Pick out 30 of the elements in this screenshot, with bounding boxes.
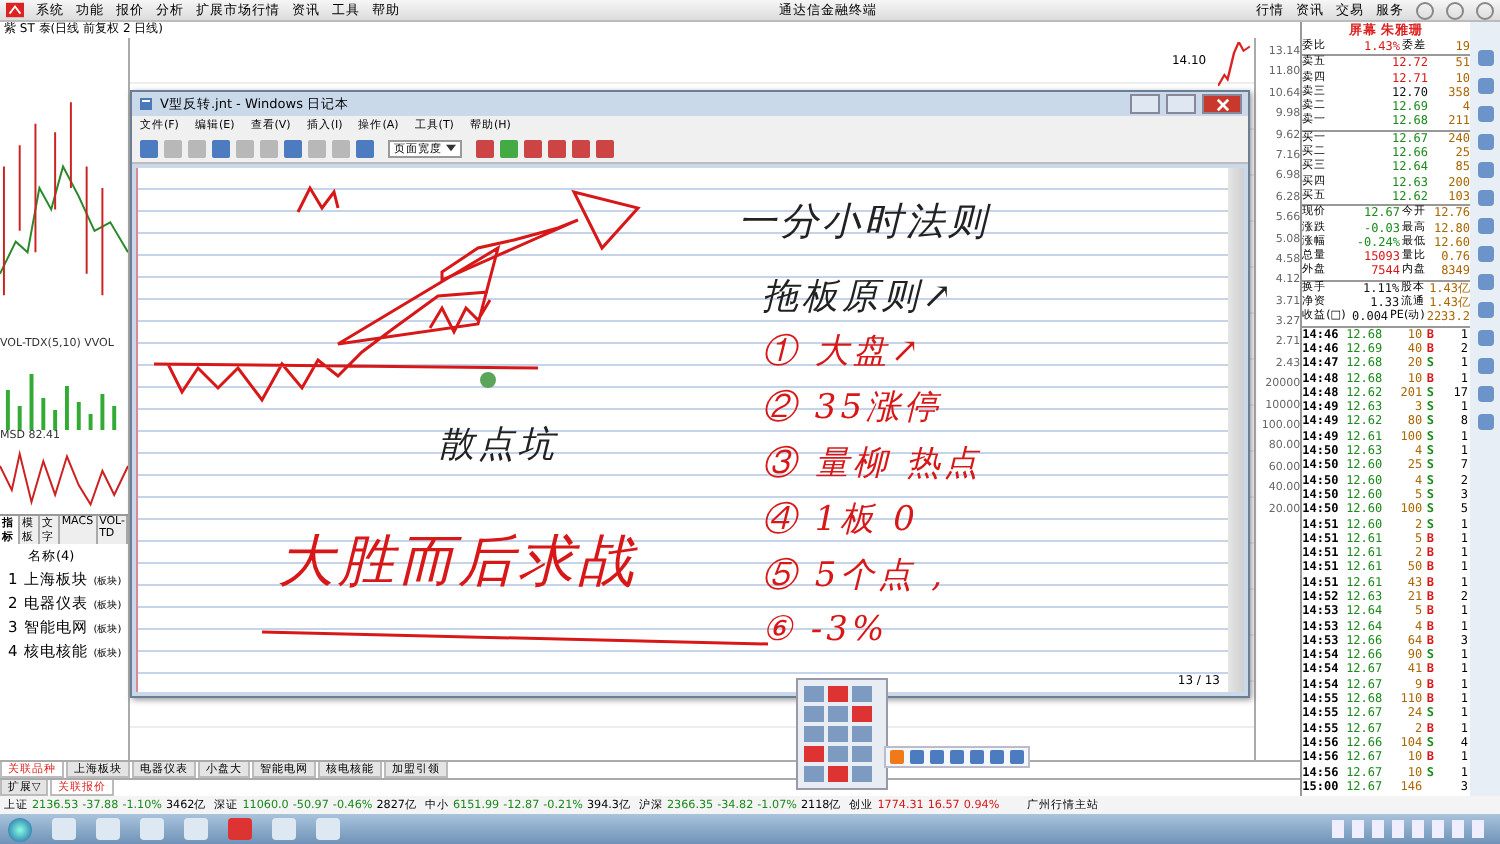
taskbar-app-icon[interactable] (140, 818, 164, 840)
handwritten-note: ① 大盘↗ (762, 330, 924, 374)
close-button[interactable] (1202, 94, 1242, 114)
taskbar-app-icon[interactable] (228, 818, 252, 840)
caret-icon (446, 144, 456, 152)
wedge-sketch (440, 218, 580, 283)
app-logo-icon (6, 2, 24, 18)
m-shape-sketch (296, 184, 340, 213)
handwritten-note: ⑤ 5个点 , (762, 554, 947, 598)
handwritten-note: ③ 量柳 热点 (762, 442, 982, 486)
taskbar-app-icon[interactable] (52, 818, 76, 840)
notebook-icon (138, 96, 154, 112)
handwritten-note: 拖板原则↗ (762, 274, 957, 320)
taskbar-app-icon[interactable] (316, 818, 340, 840)
handwritten-note: ④ 1板 0 (762, 498, 919, 542)
vertical-scrollbar[interactable] (1228, 168, 1244, 692)
price-line-drawing (1218, 42, 1251, 86)
triangle-sketch (571, 189, 641, 251)
dot-marker (480, 372, 496, 388)
handwritten-note: 一分小时法则 (738, 198, 990, 248)
handwritten-note: 大胜而后求战 (278, 526, 638, 598)
handwritten-note: 散点坑 (438, 422, 558, 468)
minimize-button[interactable] (1130, 94, 1160, 114)
maximize-button[interactable] (1166, 94, 1196, 114)
taskbar-app-icon[interactable] (96, 818, 120, 840)
taskbar-app-icon[interactable] (184, 818, 208, 840)
handwritten-note: ⑥ -3% (762, 608, 889, 650)
handwritten-note: ② 35涨停 (762, 386, 943, 430)
start-button[interactable] (8, 817, 32, 841)
taskbar-app-icon[interactable] (272, 818, 296, 840)
